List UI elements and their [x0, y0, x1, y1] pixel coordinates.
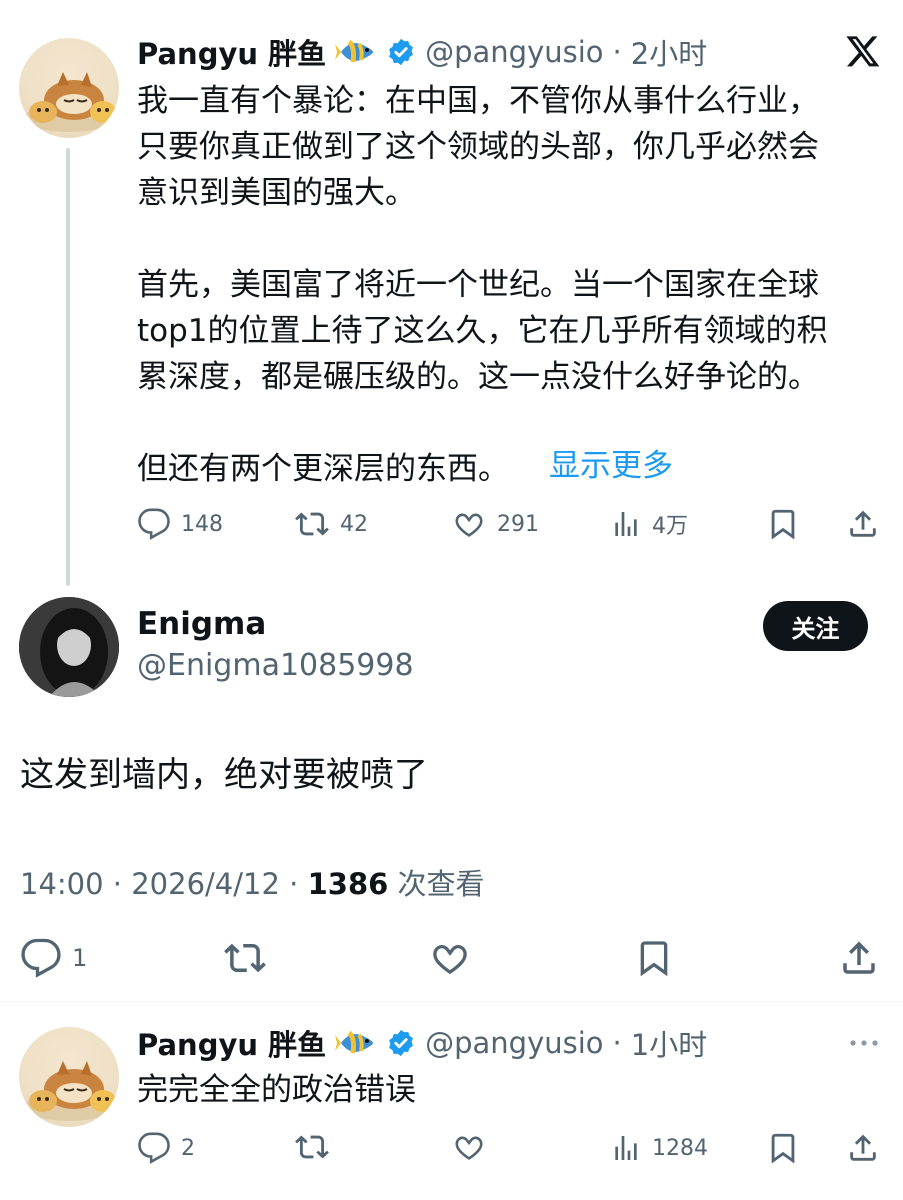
views-chart-icon [610, 507, 642, 541]
share-icon[interactable] [846, 1130, 880, 1166]
views-count: 1284 [652, 1135, 708, 1161]
views-action[interactable]: 1284 [610, 1130, 708, 1166]
bookmark-icon[interactable] [766, 1130, 800, 1166]
reply-action[interactable]: 1 [20, 937, 87, 979]
repost-icon [294, 507, 330, 541]
avatar-pangyu[interactable] [19, 1027, 119, 1127]
author-name[interactable]: Pangyu 胖鱼 [137, 1022, 326, 1064]
views-label: 次查看 [397, 867, 485, 901]
tweet-time[interactable]: 1小时 [631, 1022, 707, 1064]
verified-badge-icon[interactable] [386, 37, 416, 67]
heart-icon[interactable] [428, 937, 472, 979]
author-handle[interactable]: @Enigma1085998 [137, 648, 414, 683]
author-name[interactable]: Enigma [137, 606, 266, 642]
fish-emoji-icon [335, 36, 377, 68]
reply-action[interactable]: 2 [137, 1130, 195, 1166]
views-action[interactable]: 4万 [610, 506, 688, 542]
separator-dot: · [612, 35, 622, 69]
tweet-time[interactable]: 2小时 [631, 31, 707, 73]
separator-dot: · [612, 1026, 622, 1060]
tweet-date[interactable]: 2026/4/12 [131, 867, 280, 901]
tweet1-header: Pangyu 胖鱼 @pangyusio · 2小时 [137, 30, 707, 74]
shiba-dog-image [24, 1061, 116, 1121]
author-name[interactable]: Pangyu 胖鱼 [137, 31, 326, 73]
reply-count: 148 [181, 511, 223, 537]
repost-icon[interactable] [294, 1130, 330, 1164]
fish-emoji-icon [335, 1027, 377, 1059]
thread-connector-line [66, 148, 70, 586]
show-more-link[interactable]: 显示更多 [549, 443, 673, 489]
repost-action[interactable]: 42 [294, 506, 368, 542]
more-options-icon[interactable] [848, 1036, 880, 1050]
tweet2-text: 这发到墙内，绝对要被喷了 [20, 755, 428, 795]
avatar-pangyu[interactable] [19, 38, 119, 138]
tweet-meta: 14:00 · 2026/4/12 · 1386 次查看 [20, 861, 485, 903]
heart-icon[interactable] [451, 1130, 487, 1164]
divider [0, 1001, 903, 1002]
separator-dot: · [289, 867, 299, 901]
like-count: 291 [497, 511, 539, 537]
bookmark-icon[interactable] [766, 506, 800, 542]
reply-icon [137, 507, 171, 541]
views-chart-icon [610, 1131, 642, 1165]
reply-action[interactable]: 148 [137, 506, 223, 542]
author-handle[interactable]: @pangyusio [425, 35, 603, 69]
like-action[interactable]: 291 [451, 506, 539, 542]
follow-button[interactable]: 关注 [763, 601, 868, 651]
reply-icon [137, 1131, 171, 1165]
separator-dot: · [112, 867, 123, 901]
repost-count: 42 [340, 511, 368, 537]
reply-icon [20, 937, 62, 979]
reply-count: 2 [181, 1135, 195, 1161]
bookmark-icon[interactable] [634, 937, 674, 979]
shiba-dog-image [24, 72, 116, 132]
views-count: 1386 [307, 867, 389, 901]
x-logo-icon[interactable] [845, 33, 881, 69]
tweet-time[interactable]: 14:00 [20, 867, 104, 901]
tweet1-text: 我一直有个暴论：在中国，不管你从事什么行业， 只要你真正做到了这个领域的头部，你… [137, 83, 828, 487]
author-handle[interactable]: @pangyusio [425, 1026, 603, 1060]
reply-count: 1 [72, 944, 88, 972]
avatar-enigma[interactable] [19, 597, 119, 697]
repost-icon[interactable] [223, 937, 267, 979]
share-icon[interactable] [838, 937, 880, 979]
share-icon[interactable] [846, 506, 880, 542]
tweet3-header: Pangyu 胖鱼 @pangyusio · 1小时 [137, 1021, 707, 1065]
portrait-image [19, 597, 119, 697]
tweet3-text: 完完全全的政治错误 [137, 1072, 416, 1108]
views-count: 4万 [652, 514, 688, 539]
verified-badge-icon[interactable] [386, 1028, 416, 1058]
heart-icon [451, 507, 487, 541]
